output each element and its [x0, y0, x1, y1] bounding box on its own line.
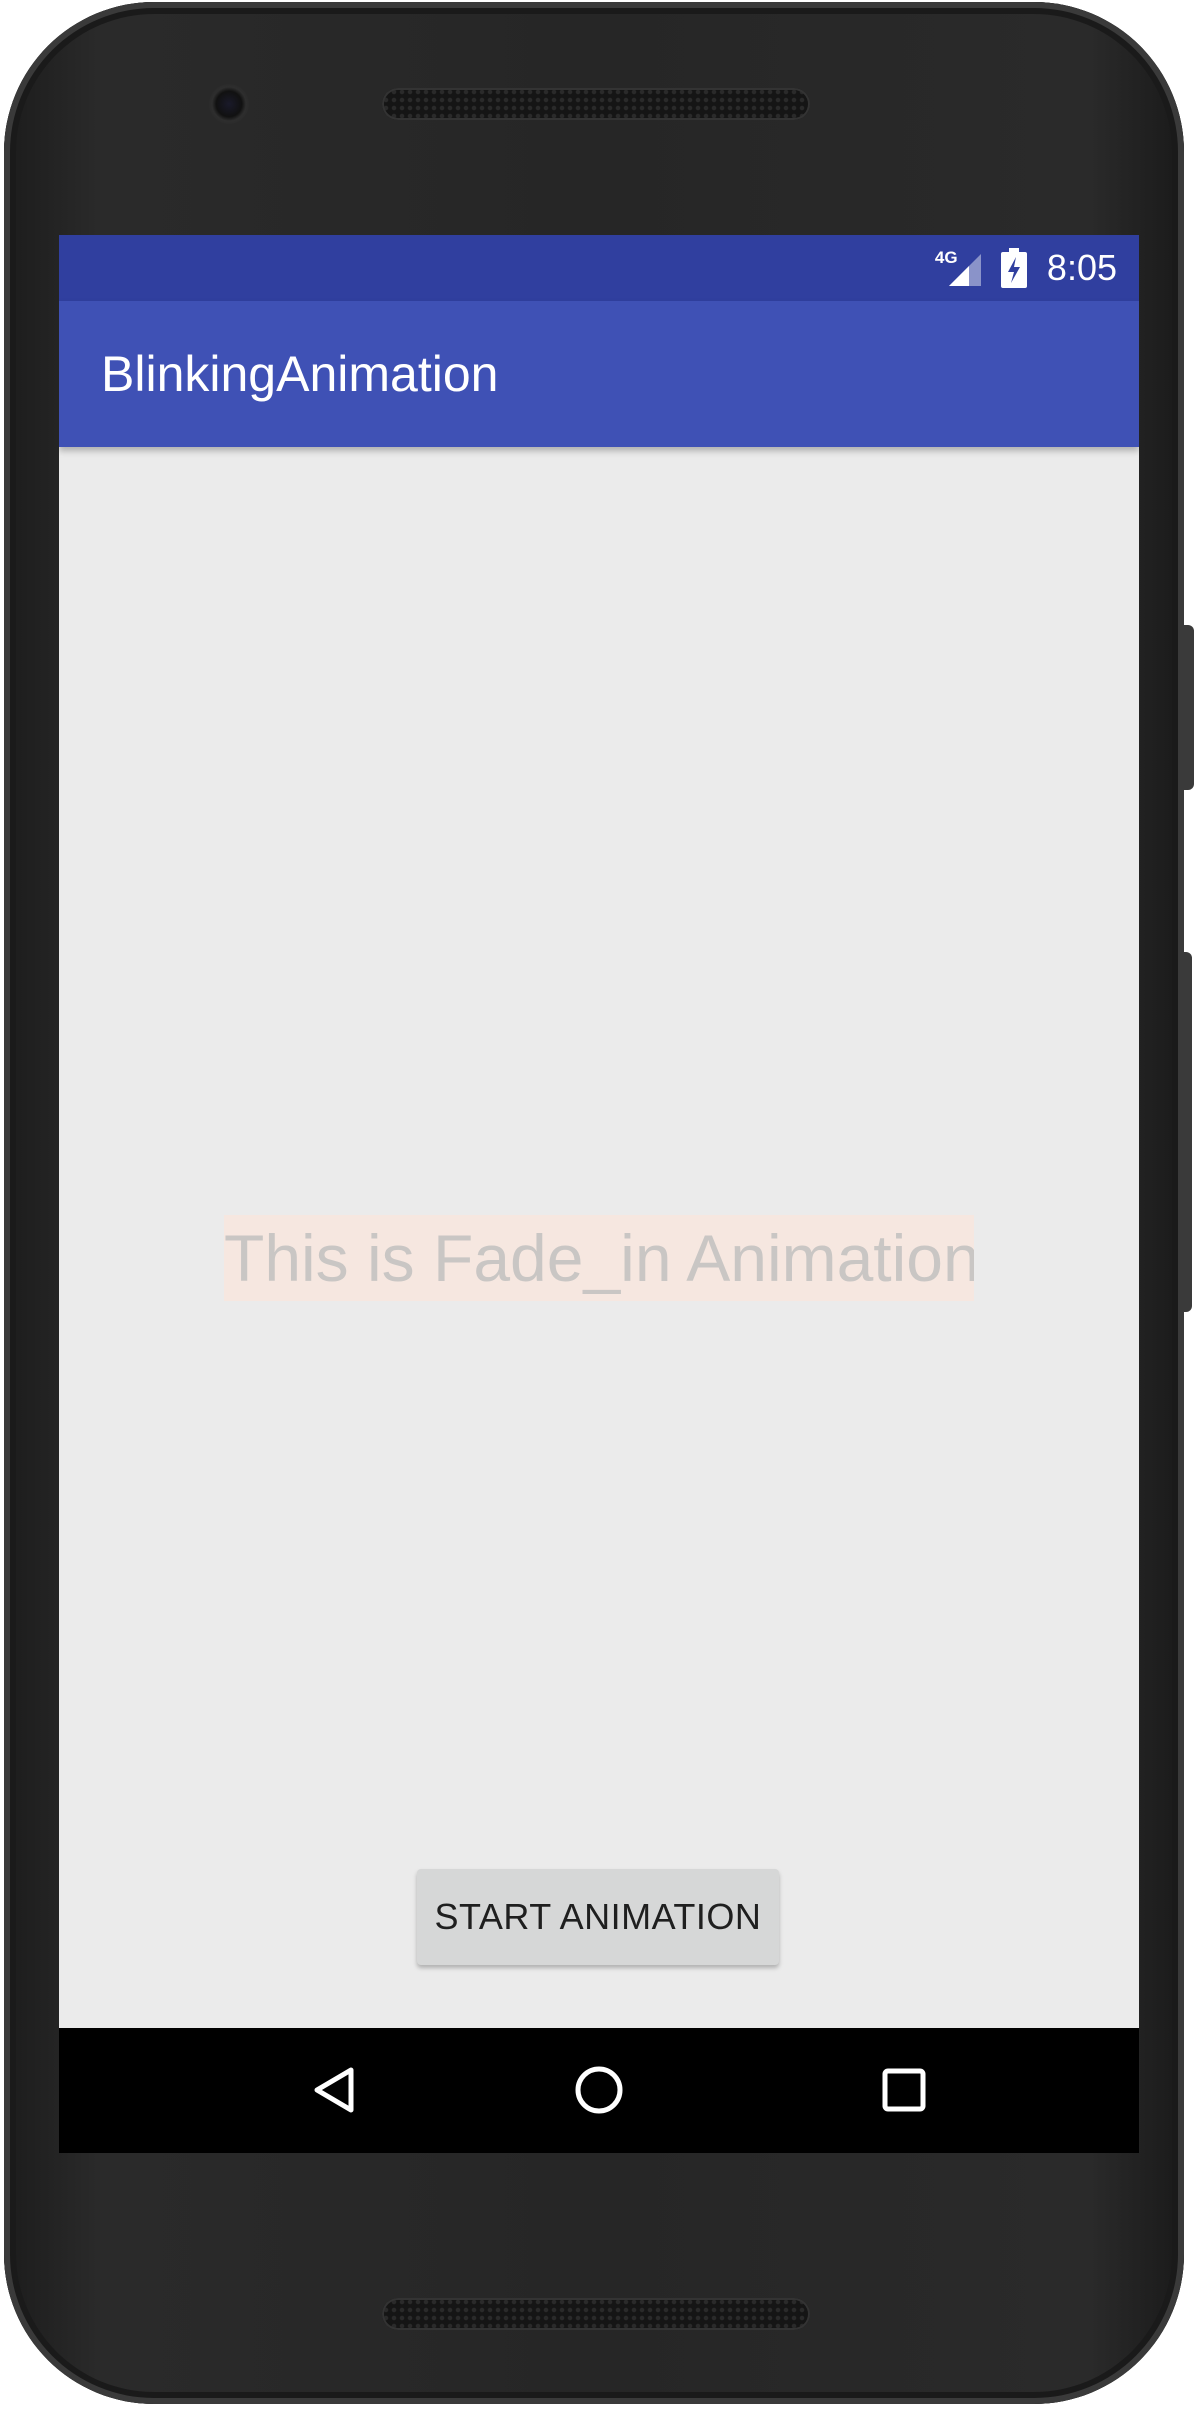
nav-recents-button[interactable] — [864, 2050, 944, 2130]
status-icons: 4G 8:05 — [935, 235, 1117, 301]
power-button — [1184, 625, 1194, 790]
fade-in-text: This is Fade_in Animation — [224, 1215, 974, 1301]
earpiece-speaker — [382, 88, 810, 120]
back-icon — [314, 2067, 354, 2113]
front-camera — [209, 84, 249, 124]
volume-rocker — [1184, 952, 1192, 1312]
app-bar: BlinkingAnimation — [59, 301, 1139, 447]
nav-back-button[interactable] — [295, 2050, 375, 2130]
battery-charging-icon — [1000, 248, 1027, 288]
phone-frame: 4G 8:05 BlinkingAnimation This is Fade_i… — [4, 2, 1184, 2404]
app-title: BlinkingAnimation — [101, 346, 499, 402]
nav-home-button[interactable] — [559, 2050, 639, 2130]
navigation-bar — [59, 2028, 1139, 2153]
signal-4g-icon: 4G — [935, 248, 983, 288]
status-clock: 8:05 — [1046, 247, 1117, 288]
start-animation-button[interactable]: START ANIMATION — [417, 1869, 779, 1965]
recents-icon — [882, 2068, 926, 2112]
home-icon — [575, 2066, 623, 2114]
status-bar: 4G 8:05 — [59, 235, 1139, 301]
bottom-speaker — [382, 2298, 810, 2330]
device-screen: 4G 8:05 BlinkingAnimation This is Fade_i… — [59, 235, 1139, 2153]
